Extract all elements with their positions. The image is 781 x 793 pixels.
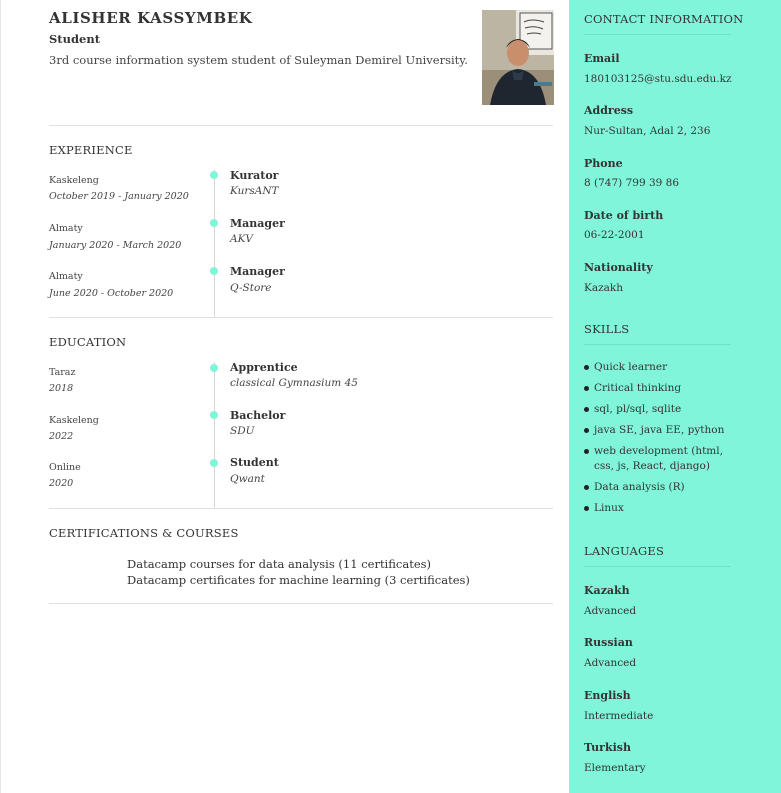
education-school: Qwant <box>230 473 265 485</box>
languages-title: LANGUAGES <box>584 544 665 558</box>
education-degree: Student <box>230 456 279 469</box>
education-location: Taraz <box>49 367 76 378</box>
email-value[interactable]: 180103125@stu.sdu.edu.kz <box>584 73 731 85</box>
phone-label: Phone <box>584 157 623 170</box>
skill-item: Data analysis (R) <box>584 480 744 495</box>
experience-position: Manager <box>230 265 285 278</box>
timeline-dot <box>210 411 218 419</box>
divider <box>49 508 553 509</box>
skill-item: web development (html, css, js, React, d… <box>584 444 744 474</box>
timeline-dot <box>210 171 218 179</box>
skill-item: java SE, java EE, python <box>584 423 744 438</box>
nationality-label: Nationality <box>584 261 653 274</box>
experience-location: Almaty <box>49 223 83 234</box>
skill-item: Linux <box>584 501 744 516</box>
certification-item: Datacamp courses for data analysis (11 c… <box>127 557 432 571</box>
experience-company: AKV <box>230 233 254 245</box>
education-title: EDUCATION <box>49 335 127 349</box>
skill-item: sql, pl/sql, sqlite <box>584 402 744 417</box>
language-name: Russian <box>584 636 633 649</box>
nationality-value: Kazakh <box>584 282 624 294</box>
sidebar-divider <box>584 344 731 345</box>
education-location: Online <box>49 462 81 473</box>
certification-item: Datacamp certificates for machine learni… <box>127 573 470 587</box>
education-dates: 2018 <box>49 383 74 394</box>
profile-photo <box>482 10 554 105</box>
skills-list: Quick learner Critical thinking sql, pl/… <box>584 360 744 522</box>
experience-dates: June 2020 - October 2020 <box>49 288 174 299</box>
timeline-dot <box>210 364 218 372</box>
timeline-dot <box>210 459 218 467</box>
experience-dates: October 2019 - January 2020 <box>49 191 189 202</box>
skills-title: SKILLS <box>584 322 630 336</box>
experience-company: KursANT <box>230 185 279 197</box>
experience-title: EXPERIENCE <box>49 143 133 157</box>
language-name: Turkish <box>584 741 631 754</box>
education-dates: 2022 <box>49 431 74 442</box>
certifications-title: CERTIFICATIONS & COURSES <box>49 526 239 540</box>
experience-location: Almaty <box>49 271 83 282</box>
person-name: ALISHER KASSYMBEK <box>49 9 253 27</box>
dob-label: Date of birth <box>584 209 664 222</box>
person-role: Student <box>49 32 101 46</box>
language-level: Elementary <box>584 762 646 774</box>
sidebar-divider <box>584 34 731 35</box>
education-degree: Apprentice <box>230 361 298 374</box>
experience-position: Kurator <box>230 169 279 182</box>
experience-position: Manager <box>230 217 285 230</box>
timeline-dot <box>210 267 218 275</box>
education-degree: Bachelor <box>230 409 286 422</box>
timeline-dot <box>210 219 218 227</box>
education-school: classical Gymnasium 45 <box>230 377 358 389</box>
education-location: Kaskeleng <box>49 415 99 426</box>
email-label: Email <box>584 52 620 65</box>
resume-main: ALISHER KASSYMBEK Student 3rd course inf… <box>0 0 569 793</box>
experience-dates: January 2020 - March 2020 <box>49 240 182 251</box>
address-value: Nur-Sultan, Adal 2, 236 <box>584 125 711 137</box>
person-summary: 3rd course information system student of… <box>49 53 468 67</box>
experience-timeline <box>214 170 215 317</box>
divider <box>49 603 553 604</box>
dob-value: 06-22-2001 <box>584 229 645 241</box>
contact-title: CONTACT INFORMATION <box>584 12 744 26</box>
experience-location: Kaskeleng <box>49 175 99 186</box>
education-school: SDU <box>230 425 255 437</box>
language-level: Advanced <box>584 657 637 669</box>
education-timeline <box>214 362 215 508</box>
experience-company: Q-Store <box>230 282 272 294</box>
divider <box>49 317 553 318</box>
skill-item: Critical thinking <box>584 381 744 396</box>
education-dates: 2020 <box>49 478 74 489</box>
language-level: Intermediate <box>584 710 654 722</box>
language-level: Advanced <box>584 605 637 617</box>
divider <box>49 125 553 126</box>
sidebar-divider <box>584 566 731 567</box>
resume-sidebar: CONTACT INFORMATION Email 180103125@stu.… <box>569 0 781 793</box>
phone-value[interactable]: 8 (747) 799 39 86 <box>584 177 679 189</box>
skill-item: Quick learner <box>584 360 744 375</box>
address-label: Address <box>584 104 634 117</box>
language-name: English <box>584 689 631 702</box>
language-name: Kazakh <box>584 584 630 597</box>
